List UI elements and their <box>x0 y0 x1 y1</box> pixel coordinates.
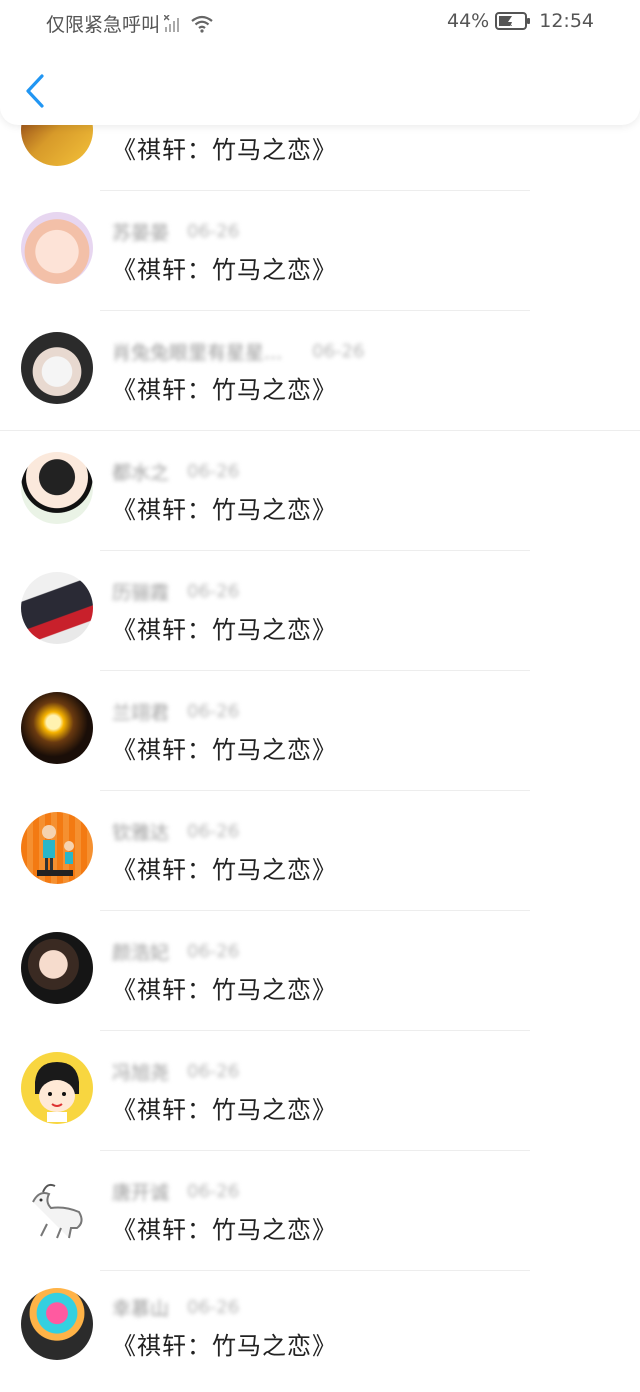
user-name[interactable]: 冯旭尧 <box>112 1058 169 1085</box>
list-item-meta: 肖兔兔眼里有星星... 06-26 <box>112 338 364 364</box>
user-name[interactable]: 兰翊君 <box>112 698 169 725</box>
date: 06-26 <box>187 1060 240 1082</box>
list-item-title: 《祺轩：竹马之恋》 <box>112 376 337 404</box>
list-item-meta: 幸慕山 06-26 <box>112 1294 239 1320</box>
date: 06-26 <box>187 460 240 482</box>
chevron-left-icon <box>26 74 44 108</box>
divider <box>100 1030 530 1031</box>
user-name[interactable]: 历骊霞 <box>112 578 169 605</box>
list-item-title: 《祺轩：竹马之恋》 <box>112 856 337 884</box>
avatar-figures <box>37 825 74 876</box>
top-header: 仅限紧急呼叫 44% 12:54 <box>0 0 640 125</box>
list-item-meta: 颜浩妃 06-26 <box>112 938 239 964</box>
status-right: 44% 12:54 <box>447 10 594 32</box>
avatar-cartoon <box>35 1062 79 1122</box>
list-item-title: 《祺轩：竹马之恋》 <box>112 1096 337 1124</box>
list-item[interactable]: 钦雅达 06-26 《祺轩：竹马之恋》 <box>0 792 640 912</box>
list-item-title: 《祺轩：竹马之恋》 <box>112 736 337 764</box>
list-item[interactable]: 历骊霞 06-26 《祺轩：竹马之恋》 <box>0 552 640 672</box>
status-bar: 仅限紧急呼叫 44% 12:54 <box>0 0 640 44</box>
clock: 12:54 <box>539 10 594 32</box>
date: 06-26 <box>187 220 240 242</box>
date: 06-26 <box>187 1296 240 1318</box>
battery-icon <box>495 12 531 30</box>
avatar[interactable] <box>21 932 93 1004</box>
list-item-meta: 苏晏晏 06-26 <box>112 218 239 244</box>
user-name[interactable]: 苏晏晏 <box>112 218 169 245</box>
list-item-title: 《祺轩：竹马之恋》 <box>112 496 337 524</box>
divider <box>100 790 530 791</box>
list-item-meta: 冯旭尧 06-26 <box>112 1058 239 1084</box>
list-item[interactable]: 幸慕山 06-26 《祺轩：竹马之恋》 <box>0 1272 640 1392</box>
list-item-title: 《祺轩：竹马之恋》 <box>112 616 337 644</box>
date: 06-26 <box>187 820 240 842</box>
list-item[interactable]: 颜浩妃 06-26 《祺轩：竹马之恋》 <box>0 912 640 1032</box>
user-name[interactable]: 肖兔兔眼里有星星... <box>112 338 282 365</box>
avatar-goat <box>32 1183 83 1239</box>
user-name[interactable]: 都水之 <box>112 458 169 485</box>
list-item-title: 《祺轩：竹马之恋》 <box>112 976 337 1004</box>
carrier-text: 仅限紧急呼叫 <box>46 14 161 36</box>
battery-percent: 44% <box>447 10 490 32</box>
avatar[interactable] <box>21 1172 93 1244</box>
divider <box>0 430 640 431</box>
list-item-meta: 钦雅达 06-26 <box>112 818 239 844</box>
divider <box>100 1270 530 1271</box>
divider <box>100 910 530 911</box>
list-item[interactable]: 肖兔兔眼里有星星... 06-26 《祺轩：竹马之恋》 <box>0 312 640 432</box>
list-item-meta: 唐开诚 06-26 <box>112 1178 239 1204</box>
avatar[interactable] <box>21 812 93 884</box>
divider <box>100 1150 530 1151</box>
divider <box>100 190 530 191</box>
list-item[interactable]: 冯旭尧 06-26 《祺轩：竹马之恋》 <box>0 1032 640 1152</box>
avatar[interactable] <box>21 212 93 284</box>
status-left: 仅限紧急呼叫 <box>46 10 214 37</box>
wifi-icon <box>191 15 213 33</box>
avatar[interactable] <box>21 572 93 644</box>
date: 06-26 <box>312 340 365 362</box>
user-name[interactable]: 钦雅达 <box>112 818 169 845</box>
list-item-meta: 都水之 06-26 <box>112 458 239 484</box>
list-item-title: 《祺轩：竹马之恋》 <box>112 136 337 164</box>
avatar[interactable] <box>21 692 93 764</box>
avatar[interactable] <box>21 452 93 524</box>
list-item-meta: 历骊霞 06-26 <box>112 578 239 604</box>
list-item[interactable]: 苏晏晏 06-26 《祺轩：竹马之恋》 <box>0 192 640 312</box>
divider <box>100 550 530 551</box>
date: 06-26 <box>187 580 240 602</box>
back-button[interactable] <box>20 70 60 114</box>
list-item[interactable]: 唐开诚 06-26 《祺轩：竹马之恋》 <box>0 1152 640 1272</box>
user-name[interactable]: 幸慕山 <box>112 1294 169 1321</box>
no-signal-icon <box>164 14 180 32</box>
avatar[interactable] <box>21 1052 93 1124</box>
user-name[interactable]: 颜浩妃 <box>112 938 169 965</box>
user-name[interactable]: 唐开诚 <box>112 1178 169 1205</box>
divider <box>100 310 530 311</box>
date: 06-26 <box>187 940 240 962</box>
list-item-title: 《祺轩：竹马之恋》 <box>112 1332 337 1360</box>
list-item[interactable]: 兰翊君 06-26 《祺轩：竹马之恋》 <box>0 672 640 792</box>
list-item-title: 《祺轩：竹马之恋》 <box>112 1216 337 1244</box>
list-item-meta: 兰翊君 06-26 <box>112 698 239 724</box>
list-item-title: 《祺轩：竹马之恋》 <box>112 256 337 284</box>
avatar[interactable] <box>21 1288 93 1360</box>
avatar[interactable] <box>21 332 93 404</box>
date: 06-26 <box>187 1180 240 1202</box>
list-item[interactable]: 都水之 06-26 《祺轩：竹马之恋》 <box>0 432 640 552</box>
divider <box>100 670 530 671</box>
date: 06-26 <box>187 700 240 722</box>
